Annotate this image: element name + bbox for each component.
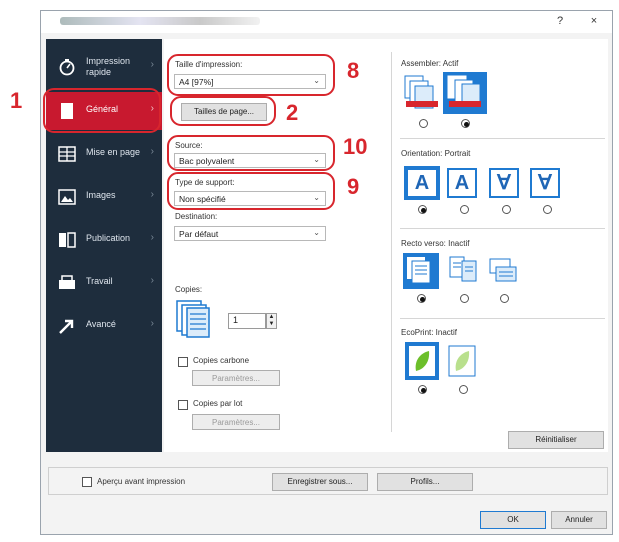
copies-input[interactable]: 1 [228, 313, 266, 329]
leaf-page-icon [409, 346, 435, 376]
highlight-media-type [167, 172, 335, 210]
duplex-off-radio[interactable] [417, 294, 426, 303]
sidebar-item-label: Travail [86, 276, 113, 286]
chevron-right-icon: › [150, 146, 154, 157]
callout-number-2: 2 [286, 100, 299, 125]
sidebar-item-label: Images [86, 190, 116, 200]
duplex-long-edge-icon[interactable] [448, 255, 480, 287]
preview-checkbox[interactable] [82, 477, 92, 487]
collate-on-radio[interactable] [461, 119, 470, 128]
orientation-rotated-portrait-option[interactable]: ∀ [489, 168, 519, 198]
sidebar-item-job[interactable]: Travail › [46, 264, 162, 302]
orientation-rotated-landscape-radio[interactable] [543, 205, 552, 214]
leaf-page-light-icon[interactable] [448, 345, 476, 377]
duplex-short-edge-icon[interactable] [488, 255, 520, 287]
chevron-right-icon: › [150, 275, 154, 286]
highlight-print-size [167, 54, 335, 96]
sidebar-item-layout[interactable]: Mise en page › [46, 135, 162, 173]
cancel-button[interactable]: Annuler [551, 511, 607, 529]
orientation-portrait-radio[interactable] [418, 205, 427, 214]
chevron-right-icon: › [150, 232, 154, 243]
destination-label: Destination: [175, 212, 218, 221]
collate-label: Assembler: Actif [401, 59, 459, 68]
quick-print-icon [59, 59, 75, 76]
sidebar-item-label: Publication [86, 233, 131, 243]
orientation-portrait-option[interactable]: A [404, 166, 440, 200]
carbon-copies-label: Copies carbone [193, 356, 250, 365]
callout-number-9: 9 [347, 174, 360, 199]
job-icon [59, 275, 75, 289]
window-title-blurred [60, 17, 260, 25]
chevron-right-icon: › [150, 318, 154, 329]
close-button[interactable]: × [582, 12, 606, 30]
sidebar-item-label: Mise en page [86, 147, 141, 157]
duplex-label: Recto verso: Inactif [401, 239, 470, 248]
chevron-down-icon: ⌄ [313, 228, 320, 237]
callout-number-8: 8 [347, 58, 360, 83]
destination-value: Par défaut [179, 229, 219, 239]
help-button[interactable]: ? [548, 12, 572, 30]
copies-icon [176, 300, 210, 338]
highlight-source [167, 135, 335, 171]
preview-label: Aperçu avant impression [97, 477, 186, 486]
orientation-rotated-portrait-radio[interactable] [502, 205, 511, 214]
job-copies-settings-button[interactable]: Paramètres... [192, 414, 280, 430]
sidebar-item-label: Impression rapide [86, 56, 131, 77]
highlight-page-sizes [170, 96, 276, 126]
collate-off-icon[interactable] [404, 75, 440, 111]
orientation-portrait-glyph: A [408, 170, 436, 196]
sidebar-item-advanced[interactable]: Avancé › [46, 307, 162, 345]
profiles-button[interactable]: Profils... [377, 473, 473, 491]
section-divider [400, 228, 605, 229]
carbon-settings-button[interactable]: Paramètres... [192, 370, 280, 386]
carbon-copies-checkbox[interactable] [178, 357, 188, 367]
highlight-general [43, 88, 161, 133]
duplex-short-edge-radio[interactable] [500, 294, 509, 303]
duplex-long-edge-radio[interactable] [460, 294, 469, 303]
copies-spinner[interactable]: ▲ ▼ [266, 313, 277, 329]
ecoprint-off-radio[interactable] [418, 385, 427, 394]
column-divider [391, 52, 392, 432]
chevron-right-icon: › [150, 189, 154, 200]
save-as-button[interactable]: Enregistrer sous... [272, 473, 368, 491]
section-divider [400, 318, 605, 319]
image-icon [58, 189, 76, 205]
sidebar-item-publication[interactable]: Publication › [46, 221, 162, 259]
sidebar-item-quick-print[interactable]: Impression rapide › [46, 48, 162, 86]
layout-icon [58, 146, 76, 162]
copies-label: Copies: [175, 285, 203, 294]
ecoprint-label: EcoPrint: Inactif [401, 328, 458, 337]
simplex-icon [407, 257, 431, 284]
reset-button[interactable]: Réinitialiser [508, 431, 604, 449]
collate-off-radio[interactable] [419, 119, 428, 128]
orientation-rotated-landscape-option[interactable]: ∀ [530, 168, 560, 198]
sidebar-item-images[interactable]: Images › [46, 178, 162, 216]
callout-number-1: 1 [10, 88, 23, 113]
callout-number-10: 10 [343, 134, 368, 159]
sidebar-item-label: Avancé [86, 319, 116, 329]
ok-button[interactable]: OK [480, 511, 546, 529]
destination-select[interactable]: Par défaut ⌄ [174, 226, 326, 241]
orientation-landscape-option[interactable]: A [447, 168, 477, 198]
orientation-landscape-radio[interactable] [460, 205, 469, 214]
section-divider [400, 138, 605, 139]
job-copies-label: Copies par lot [193, 399, 243, 408]
ecoprint-on-radio[interactable] [459, 385, 468, 394]
orientation-label: Orientation: Portrait [401, 149, 471, 158]
collate-on-icon [447, 75, 481, 107]
arrow-icon [59, 319, 74, 334]
job-copies-checkbox[interactable] [178, 400, 188, 410]
chevron-right-icon: › [150, 59, 154, 70]
publication-icon [59, 232, 76, 248]
